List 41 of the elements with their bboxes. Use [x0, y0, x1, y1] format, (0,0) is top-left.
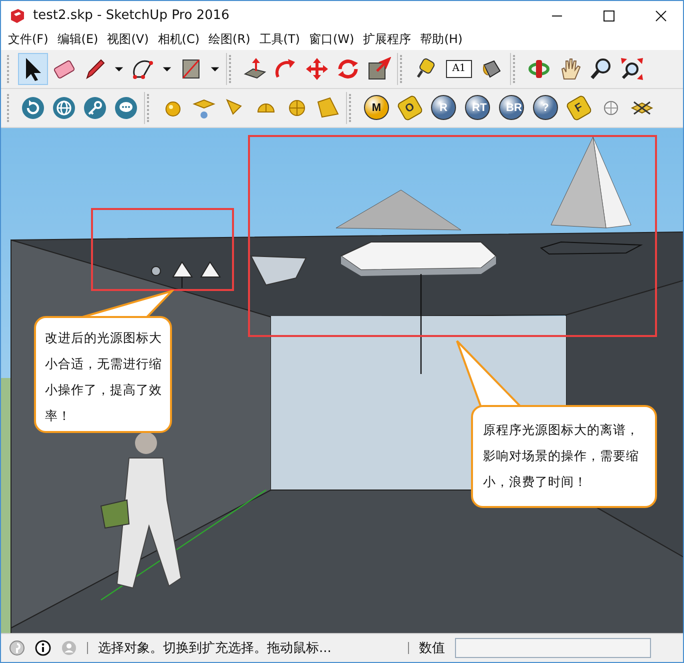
window-title: test2.skp - SketchUp Pro 2016 [33, 8, 230, 23]
menu-item[interactable]: 文件(F) [5, 31, 54, 48]
text-tool-button[interactable]: A1 [446, 60, 472, 78]
scale-icon [367, 56, 391, 81]
user-icon [61, 640, 77, 656]
key-icon [83, 96, 107, 120]
callout-pointer [456, 340, 522, 408]
menu-item[interactable]: 帮助(H) [417, 31, 469, 48]
callout: 原程序光源图标大的离谱，影响对场景的操作，需要缩小，浪费了时间！ [471, 404, 657, 508]
status-message: 选择对象。切换到扩充选择。拖动鼠标... [98, 640, 332, 658]
circular-arrows-icon [336, 56, 360, 81]
bowl-shape [250, 255, 307, 286]
magnifier-icon [589, 56, 613, 81]
menu-item[interactable]: 扩展程序 [360, 31, 418, 48]
globe-icon [52, 96, 76, 120]
menu-item[interactable]: 绘图(R) [206, 31, 256, 48]
maximize-icon [603, 10, 615, 22]
refresh-icon [21, 96, 45, 120]
arrow-pointer-icon [24, 56, 42, 81]
select-tool-button[interactable] [18, 52, 48, 85]
pencil-icon [83, 56, 107, 81]
menu-item[interactable]: 视图(V) [104, 31, 155, 48]
menu-item[interactable]: 窗口(W) [306, 31, 360, 48]
tag-button[interactable]: O [396, 94, 424, 122]
lamp-icon [316, 96, 340, 120]
tag-button[interactable]: F [565, 94, 593, 122]
close-icon [655, 10, 667, 22]
app-logo-icon [9, 8, 25, 24]
letter-ball-button[interactable]: M [364, 95, 389, 120]
spotlight-marker [172, 260, 193, 288]
info-icon [35, 640, 51, 656]
menu-item[interactable]: 相机(C) [154, 31, 206, 48]
measurements-field[interactable] [455, 638, 651, 658]
four-arrows-icon [305, 56, 329, 81]
speech-bubble-icon [114, 96, 138, 120]
spotlight-marker [200, 260, 221, 278]
magnifier-arrows-icon [620, 56, 644, 81]
push-pull-icon [243, 56, 267, 81]
menu-item[interactable]: 编辑(E) [54, 31, 104, 48]
measurements-label: 数值 [419, 640, 445, 658]
menu-item[interactable]: 工具(T) [256, 31, 306, 48]
